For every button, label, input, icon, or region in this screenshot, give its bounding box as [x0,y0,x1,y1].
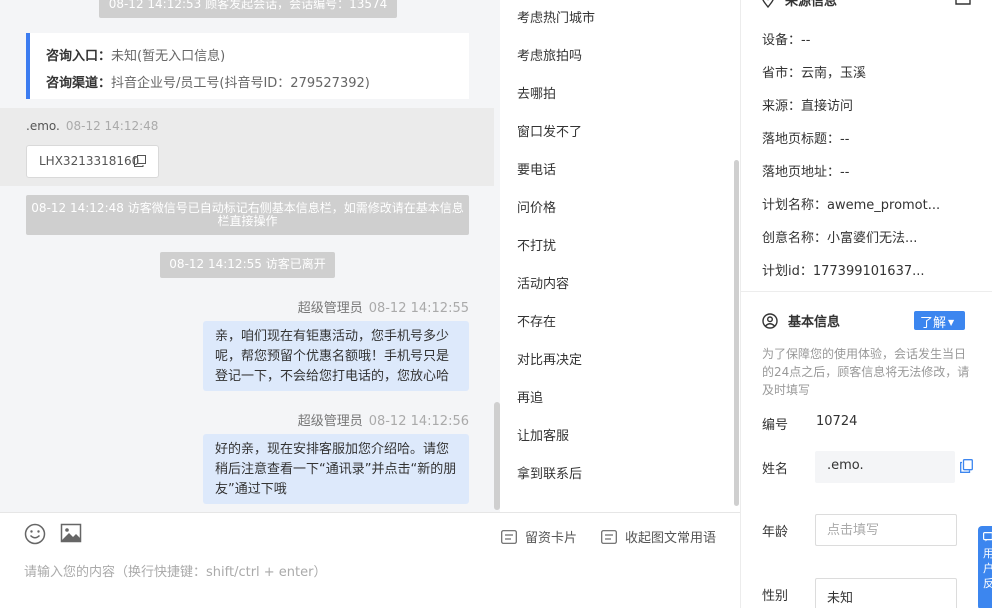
quick-phrase-list[interactable]: 考虑热门城市 考虑旅拍吗 去哪拍 窗口发不了 要电话 问价格 不打扰 活动内容 … [500,0,740,512]
edit-notice: 为了保障您的使用体验，会话发生当日的24点之后，顾客信息将无法修改，请及时填写 [762,347,970,397]
gender-select[interactable]: 未知 [815,578,957,608]
phrase-item[interactable]: 再追 [517,387,543,406]
phrase-item[interactable]: 要电话 [517,159,556,178]
visitor-message: .emo. 08-12 14:12:48 LHX3213318160 [0,108,494,186]
basic-info-title: 基本信息 [788,315,841,330]
source-plan-id: 计划id：177399101637... [762,264,925,279]
source-province: 省市：云南，玉溪 [762,66,867,81]
consult-channel-line: 咨询渠道：抖音企业号/员工号(抖音号ID：279527392) [46,70,469,97]
phrase-item[interactable]: 拿到联系后 [517,463,582,482]
phrase-item[interactable]: 问价格 [517,197,556,216]
consult-info-card: 咨询入口：未知(暂无入口信息) 咨询渠道：抖音企业号/员工号(抖音号ID：279… [26,33,469,99]
wechat-id: LHX3213318160 [39,154,140,168]
id-label: 编号 [762,418,789,433]
agent-name: 超级管理员 [297,301,363,316]
consult-entry-value: 未知(暂无入口信息) [111,49,226,64]
name-field[interactable]: .emo. [815,451,955,483]
visitor-meta: .emo. 08-12 14:12:48 [26,119,158,133]
agent-meta: 超级管理员 08-12 14:12:55 [298,297,469,316]
agent-message-bubble: 亲，咱们现在有钜惠活动，您手机号多少呢，帮您预留个优惠名额哦！手机号只是登记一下… [203,321,469,391]
source-device: 设备：-- [762,33,811,48]
image-icon[interactable] [60,522,82,544]
section-divider [741,291,992,292]
phrase-item[interactable]: 让加客服 [517,425,569,444]
age-input[interactable] [815,514,957,546]
source-info-title: 来源信息 [785,0,838,9]
phrase-item[interactable]: 去哪拍 [517,83,556,102]
system-message-visitor-left: 08-12 14:12:55 访客已离开 [160,252,335,278]
copy-icon[interactable] [960,459,973,473]
phrase-item[interactable]: 不存在 [517,311,556,330]
phrase-item[interactable]: 考虑热门城市 [517,7,595,26]
name-label: 姓名 [762,462,789,477]
agent-meta: 超级管理员 08-12 14:12:56 [298,410,469,429]
consult-channel-label: 咨询渠道： [46,76,112,91]
copy-icon[interactable] [134,155,146,167]
lead-card-button[interactable]: 留资卡片 [501,527,577,546]
settings-icon[interactable] [955,0,971,5]
feedback-float-label: 用户反 [983,547,992,590]
learn-more-button[interactable]: 了解 ▼ [914,311,965,331]
collapse-phrases-button[interactable]: 收起图文常用语 [601,527,716,546]
customer-info-panel: 来源信息 设备：-- 省市：云南，玉溪 来源：直接访问 落地页标题：-- 落地页… [740,0,992,608]
visitor-name: .emo. [26,119,60,133]
consult-entry-label: 咨询入口： [46,49,112,64]
phrase-item[interactable]: 对比再决定 [517,349,582,368]
source-landing-title: 落地页标题：-- [762,132,850,147]
chat-icon [983,532,992,542]
phrase-item[interactable]: 考虑旅拍吗 [517,45,582,64]
agent-time: 08-12 14:12:56 [368,414,469,429]
id-value: 10724 [816,414,858,429]
message-composer: 留资卡片 收起图文常用语 [0,512,740,608]
emoji-icon[interactable] [24,523,46,545]
learn-more-label: 了解 [920,316,947,331]
phrase-item[interactable]: 不打扰 [517,235,556,254]
agent-name: 超级管理员 [297,414,363,429]
user-circle-icon [762,312,778,329]
lead-card-label: 留资卡片 [525,531,578,546]
message-input[interactable] [24,561,714,583]
location-pin-icon [762,0,774,8]
source-origin: 来源：直接访问 [762,99,854,114]
source-landing-url: 落地页地址：-- [762,165,850,180]
consult-channel-value: 抖音企业号/员工号(抖音号ID：279527392) [111,76,370,91]
age-label: 年龄 [762,525,789,540]
chat-panel[interactable]: 08-12 14:12:53 顾客发起会话，会话编号：13574 咨询入口：未知… [0,0,500,512]
phrase-scrollbar[interactable] [734,160,739,506]
agent-message-bubble: 好的亲，现在安排客服加您介绍哈。请您稍后注意查看一下“通讯录”并点击“新的朋友”… [203,434,469,504]
phrases-icon [601,529,617,544]
card-icon [501,529,517,544]
gender-label: 性别 [762,589,789,604]
consult-entry-line: 咨询入口：未知(暂无入口信息) [46,43,469,70]
visitor-time: 08-12 14:12:48 [65,119,159,133]
system-message-session-start: 08-12 14:12:53 顾客发起会话，会话编号：13574 [99,0,397,18]
caret-down-icon: ▼ [948,318,955,327]
collapse-phrases-label: 收起图文常用语 [625,531,717,546]
phrase-item[interactable]: 活动内容 [517,273,569,292]
system-message-wechat-marked: 08-12 14:12:48 访客微信号已自动标记右侧基本信息栏，如需修改请在基… [26,195,469,235]
source-creative-name: 创意名称：小富婆们无法... [762,231,918,246]
basic-info-header: 基本信息 [762,311,840,330]
feedback-float-tab[interactable]: 用户反 [978,526,992,608]
source-plan-name: 计划名称：aweme_promot... [762,198,941,213]
phrase-item[interactable]: 窗口发不了 [517,121,582,140]
wechat-chip[interactable]: LHX3213318160 [26,145,159,178]
agent-time: 08-12 14:12:55 [368,301,469,316]
source-info-header: 来源信息 [761,0,837,9]
